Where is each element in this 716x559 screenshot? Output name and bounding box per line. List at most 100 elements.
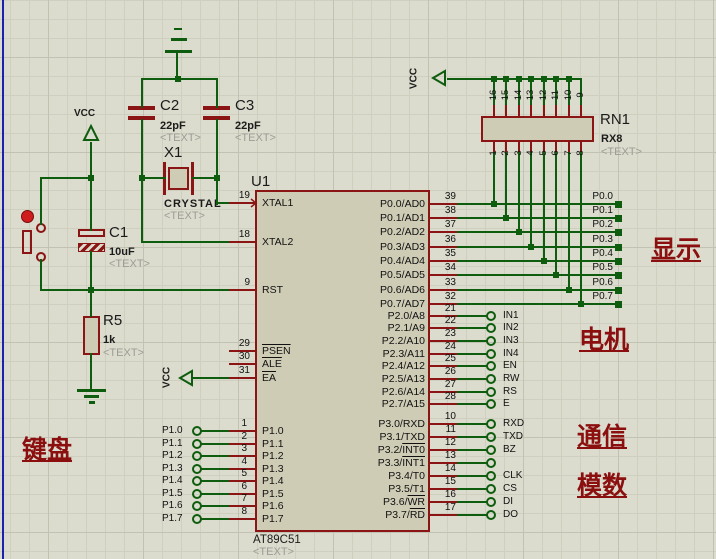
wire[interactable] xyxy=(457,365,488,367)
terminal-circle[interactable] xyxy=(486,471,496,481)
vcc-label[interactable]: VCC xyxy=(162,363,173,393)
c3-value[interactable]: 22pF xyxy=(235,121,261,132)
wire[interactable] xyxy=(457,274,618,276)
u1-value[interactable]: AT89C51 xyxy=(253,534,301,546)
annotation-motor[interactable]: 电机 xyxy=(579,326,629,354)
pin-stub[interactable] xyxy=(229,289,256,291)
c1-ref[interactable]: C1 xyxy=(109,225,128,240)
r5-ref[interactable]: R5 xyxy=(103,313,122,328)
wire[interactable] xyxy=(141,79,143,108)
r5-value[interactable]: 1k xyxy=(103,335,115,346)
terminal-square[interactable] xyxy=(615,301,622,308)
terminal-square[interactable] xyxy=(615,258,622,265)
wire[interactable] xyxy=(90,178,92,231)
vcc-arrow-up-icon[interactable] xyxy=(82,124,100,142)
wire[interactable] xyxy=(141,241,231,243)
wire[interactable] xyxy=(457,475,488,477)
terminal-circle[interactable] xyxy=(486,387,496,397)
wire[interactable] xyxy=(457,462,488,464)
c2-ref[interactable]: C2 xyxy=(160,98,179,113)
pin-stub[interactable] xyxy=(229,518,256,520)
pin-stub[interactable] xyxy=(430,514,457,516)
u1-text-placeholder[interactable]: <TEXT> xyxy=(253,547,294,558)
terminal-square[interactable] xyxy=(615,215,622,222)
r5-text-placeholder[interactable]: <TEXT> xyxy=(103,348,144,359)
wire[interactable] xyxy=(457,353,488,355)
wire[interactable] xyxy=(457,488,488,490)
x1-ref[interactable]: X1 xyxy=(164,145,182,160)
c2-value[interactable]: 22pF xyxy=(160,121,186,132)
wire[interactable] xyxy=(141,119,143,243)
c1-text-placeholder[interactable]: <TEXT> xyxy=(109,259,150,270)
wire[interactable] xyxy=(90,142,92,178)
terminal-circle[interactable] xyxy=(486,484,496,494)
wire[interactable] xyxy=(40,259,42,291)
terminal-circle[interactable] xyxy=(486,374,496,384)
pin-stub[interactable] xyxy=(229,241,256,243)
c1-value[interactable]: 10uF xyxy=(109,247,135,258)
terminal-square[interactable] xyxy=(615,244,622,251)
wire[interactable] xyxy=(457,378,488,380)
wire[interactable] xyxy=(457,231,618,233)
wire[interactable] xyxy=(555,152,557,276)
terminal-square[interactable] xyxy=(615,287,622,294)
button-indicator[interactable] xyxy=(21,210,34,223)
c3-ref[interactable]: C3 xyxy=(235,98,254,113)
vcc-arrow-left-icon[interactable] xyxy=(431,69,447,87)
ground-icon[interactable] xyxy=(84,395,99,398)
terminal-circle[interactable] xyxy=(486,510,496,520)
u1-ref[interactable]: U1 xyxy=(251,174,270,189)
resistor-r5-body[interactable] xyxy=(83,316,100,355)
rn1-text-placeholder[interactable]: <TEXT> xyxy=(601,147,642,158)
c3-text-placeholder[interactable]: <TEXT> xyxy=(235,133,276,144)
wire[interactable] xyxy=(457,315,488,317)
wire[interactable] xyxy=(457,449,488,451)
crystal-x1-body[interactable] xyxy=(168,167,189,190)
wire[interactable] xyxy=(216,79,218,108)
wire[interactable] xyxy=(457,303,618,305)
wire[interactable] xyxy=(191,377,231,379)
terminal-circle[interactable] xyxy=(486,458,496,468)
wire[interactable] xyxy=(40,178,42,225)
x1-value[interactable]: CRYSTAL xyxy=(164,199,222,210)
rn1-value[interactable]: RX8 xyxy=(601,134,622,145)
terminal-square[interactable] xyxy=(615,229,622,236)
c2-text-placeholder[interactable]: <TEXT> xyxy=(160,133,201,144)
wire[interactable] xyxy=(543,152,545,262)
wire[interactable] xyxy=(457,403,488,405)
terminal-circle[interactable] xyxy=(486,419,496,429)
annotation-keyboard[interactable]: 键盘 xyxy=(22,436,72,464)
wire[interactable] xyxy=(568,152,570,291)
wire[interactable] xyxy=(90,290,92,317)
pin-stub[interactable] xyxy=(430,231,457,233)
wire[interactable] xyxy=(457,327,488,329)
wire[interactable] xyxy=(457,501,488,503)
ground-icon[interactable] xyxy=(174,28,182,30)
pin-stub[interactable] xyxy=(430,403,457,405)
button-body[interactable] xyxy=(22,230,32,254)
wire[interactable] xyxy=(457,391,488,393)
terminal-circle[interactable] xyxy=(486,497,496,507)
terminal-circle[interactable] xyxy=(486,323,496,333)
wire[interactable] xyxy=(90,251,92,291)
terminal-circle[interactable] xyxy=(486,311,496,321)
wire[interactable] xyxy=(40,177,92,179)
terminal-circle[interactable] xyxy=(486,432,496,442)
annotation-adc[interactable]: 模数 xyxy=(577,472,627,500)
wire[interactable] xyxy=(201,518,230,520)
pin-stub[interactable] xyxy=(229,202,256,204)
wire[interactable] xyxy=(90,353,92,390)
annotation-display[interactable]: 显示 xyxy=(651,236,701,264)
vcc-label[interactable]: VCC xyxy=(74,108,95,119)
wire[interactable] xyxy=(216,119,218,205)
vcc-label[interactable]: VCC xyxy=(409,64,420,94)
terminal-circle[interactable] xyxy=(486,361,496,371)
terminal-circle[interactable] xyxy=(486,445,496,455)
wire[interactable] xyxy=(40,289,92,291)
wire[interactable] xyxy=(580,152,582,305)
ground-icon[interactable] xyxy=(171,38,187,41)
annotation-communication[interactable]: 通信 xyxy=(577,423,627,451)
ground-icon[interactable] xyxy=(89,401,95,404)
terminal-circle[interactable] xyxy=(486,399,496,409)
wire[interactable] xyxy=(457,436,488,438)
